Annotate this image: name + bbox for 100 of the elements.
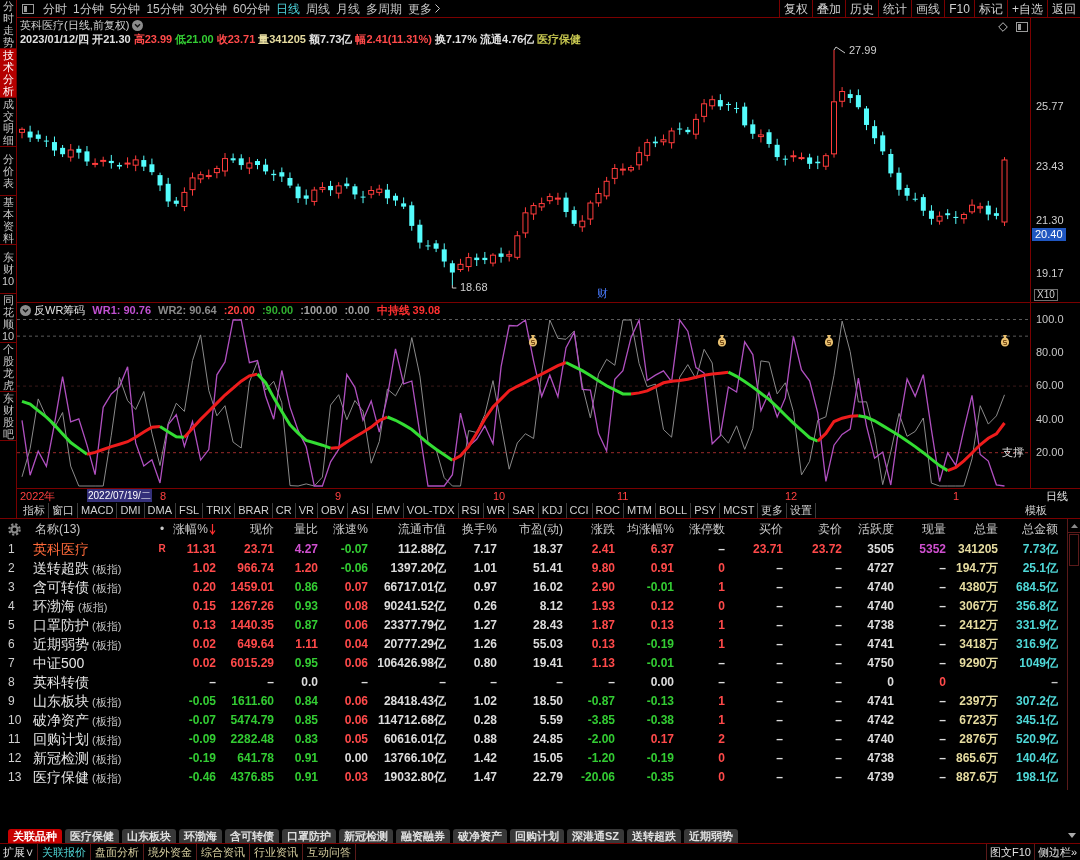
bottom-tab[interactable]: 医疗保健 [65, 829, 119, 843]
stock-name[interactable]: 环渤海 [33, 598, 75, 613]
period-tab[interactable]: 5分钟 [106, 2, 144, 15]
indicator-tab[interactable]: 窗口 [49, 503, 78, 518]
column-header[interactable]: 涨停数 [676, 519, 727, 539]
column-header[interactable]: 总量 [948, 519, 1000, 539]
period-tab[interactable]: 30分钟 [186, 2, 231, 15]
stock-name[interactable]: 医疗保健 [33, 769, 89, 784]
indicator-tab[interactable]: MCST [720, 503, 759, 518]
sidebar-tab[interactable]: 同花顺10 [0, 294, 16, 343]
bottom-tab[interactable]: 深港通SZ [567, 829, 625, 843]
indicator-tab[interactable]: MACD [78, 503, 118, 518]
status-tab[interactable]: 境外资金 [144, 844, 197, 860]
period-tab[interactable]: 多周期 [363, 2, 406, 15]
toolbar-button[interactable]: F10 [944, 0, 974, 17]
indicator-tab[interactable]: OBV [318, 503, 349, 518]
indicator-tab[interactable]: 指标 [20, 503, 49, 518]
period-tab[interactable]: 60分钟 [230, 2, 274, 15]
status-button[interactable]: 图文F10 [985, 844, 1034, 860]
status-tab[interactable]: 行业资讯 [250, 844, 303, 860]
column-header[interactable]: 名称(13) [28, 519, 152, 539]
toolbar-button[interactable]: 画线 [911, 0, 944, 17]
sidebar-tab[interactable]: 成交明细 [0, 98, 16, 147]
column-header[interactable]: 涨跌 [565, 519, 617, 539]
indicator-tab[interactable]: DMA [144, 503, 176, 518]
indicator-tab[interactable]: VR [295, 503, 318, 518]
expand-button[interactable]: 扩展∨ [0, 844, 38, 860]
column-header[interactable]: 买价 [727, 519, 785, 539]
column-header[interactable]: 换手% [448, 519, 499, 539]
column-header[interactable]: 现量 [896, 519, 948, 539]
column-header[interactable]: 流通市值 [370, 519, 448, 539]
status-tab[interactable]: 盘面分析 [91, 844, 144, 860]
indicator-tab[interactable]: MTM [624, 503, 657, 518]
bottom-tab[interactable]: 近期弱势 [684, 829, 739, 843]
bottom-tab[interactable]: 环渤海 [179, 829, 222, 843]
column-header[interactable]: 市盈(动) [499, 519, 565, 539]
stock-name[interactable]: 回购计划 [33, 731, 89, 746]
bottom-tab[interactable]: 送转超跌 [627, 829, 682, 843]
status-tab[interactable]: 综合资讯 [197, 844, 250, 860]
sidebar-tab[interactable]: 东财股吧 [0, 392, 16, 441]
indicator-tab[interactable]: KDJ [538, 503, 567, 518]
toolbar-button[interactable]: 叠加 [812, 0, 845, 17]
bottom-tab[interactable]: 回购计划 [510, 829, 564, 843]
toolbar-button[interactable]: +自选 [1007, 0, 1047, 17]
stock-name[interactable]: 英科转债 [33, 674, 89, 689]
indicator-tab[interactable]: ROC [592, 503, 624, 518]
scrollbar-thumb[interactable] [1069, 534, 1079, 566]
indicator-tab[interactable]: VOL-TDX [403, 503, 459, 518]
indicator-tab[interactable]: 设置 [787, 503, 817, 518]
stock-name[interactable]: 新冠检测 [33, 750, 89, 765]
column-header[interactable]: 量比 [276, 519, 320, 539]
more-menu-button[interactable]: 更多 [405, 2, 444, 15]
stock-name[interactable]: 送转超跌 [33, 560, 89, 575]
indicator-tab[interactable]: PSY [691, 503, 721, 518]
indicator-tab[interactable]: RSI [458, 503, 484, 518]
stock-name[interactable]: 英科医疗 [33, 541, 89, 556]
period-tab[interactable]: 15分钟 [143, 2, 187, 15]
column-header[interactable]: 总金额 [1000, 519, 1060, 539]
period-tab[interactable]: 周线 [303, 2, 334, 15]
column-header[interactable]: 现价 [218, 519, 276, 539]
column-header[interactable]: 卖价 [785, 519, 844, 539]
toolbar-button[interactable]: 返回 [1047, 0, 1080, 17]
stock-name[interactable]: 近期弱势 [33, 636, 89, 651]
indicator-tab[interactable]: 更多 [758, 503, 788, 518]
toolbar-button[interactable]: 历史 [845, 0, 878, 17]
bottom-tab[interactable]: 融资融券 [396, 829, 450, 843]
sidebar-tab[interactable]: 个股龙虎 [0, 343, 16, 392]
stock-name[interactable]: 破净资产 [33, 712, 89, 727]
toolbar-button[interactable]: 统计 [878, 0, 911, 17]
bottom-tab[interactable]: 关联品种 [8, 829, 62, 843]
sidebar-tab[interactable]: 分时走势 [0, 0, 16, 49]
period-tab[interactable]: 月线 [333, 2, 364, 15]
indicator-tab[interactable]: CR [272, 503, 296, 518]
toolbar-button[interactable]: 复权 [779, 0, 812, 17]
column-header[interactable]: 涨幅% [172, 519, 218, 539]
status-button[interactable]: 侧边栏» [1033, 844, 1080, 860]
bottom-tab[interactable]: 破净资产 [453, 829, 507, 843]
sidebar-tab[interactable]: 基本资料 [0, 196, 16, 245]
stock-name[interactable]: 口罩防护 [33, 617, 89, 632]
sidebar-tab[interactable]: 技术分析 [0, 49, 16, 98]
indicator-tab[interactable]: ASI [348, 503, 373, 518]
period-tab[interactable]: 分时 [40, 2, 70, 15]
column-header[interactable]: 均涨幅% [617, 519, 676, 539]
indicator-tab[interactable]: EMV [372, 503, 404, 518]
indicator-tab[interactable]: SAR [509, 503, 539, 518]
stock-name[interactable]: 含可转债 [33, 579, 89, 594]
stock-name[interactable]: 中证500 [33, 655, 85, 670]
stock-name[interactable]: 山东板块 [33, 693, 89, 708]
indicator-tab[interactable]: TRIX [203, 503, 236, 518]
period-tab[interactable]: 日线 [273, 2, 304, 15]
toolbar-button[interactable]: 标记 [974, 0, 1007, 17]
column-header[interactable]: 活跃度 [844, 519, 896, 539]
indicator-tab[interactable]: WR [483, 503, 510, 518]
status-tab[interactable]: 互动问答 [303, 844, 356, 860]
indicator-tab[interactable]: CCI [566, 503, 593, 518]
column-header[interactable]: 涨速% [320, 519, 370, 539]
bottom-tab[interactable]: 口罩防护 [282, 829, 336, 843]
indicator-tab[interactable]: BRAR [235, 503, 273, 518]
indicator-tab[interactable]: DMI [117, 503, 145, 518]
bottom-tab[interactable]: 山东板块 [122, 829, 176, 843]
